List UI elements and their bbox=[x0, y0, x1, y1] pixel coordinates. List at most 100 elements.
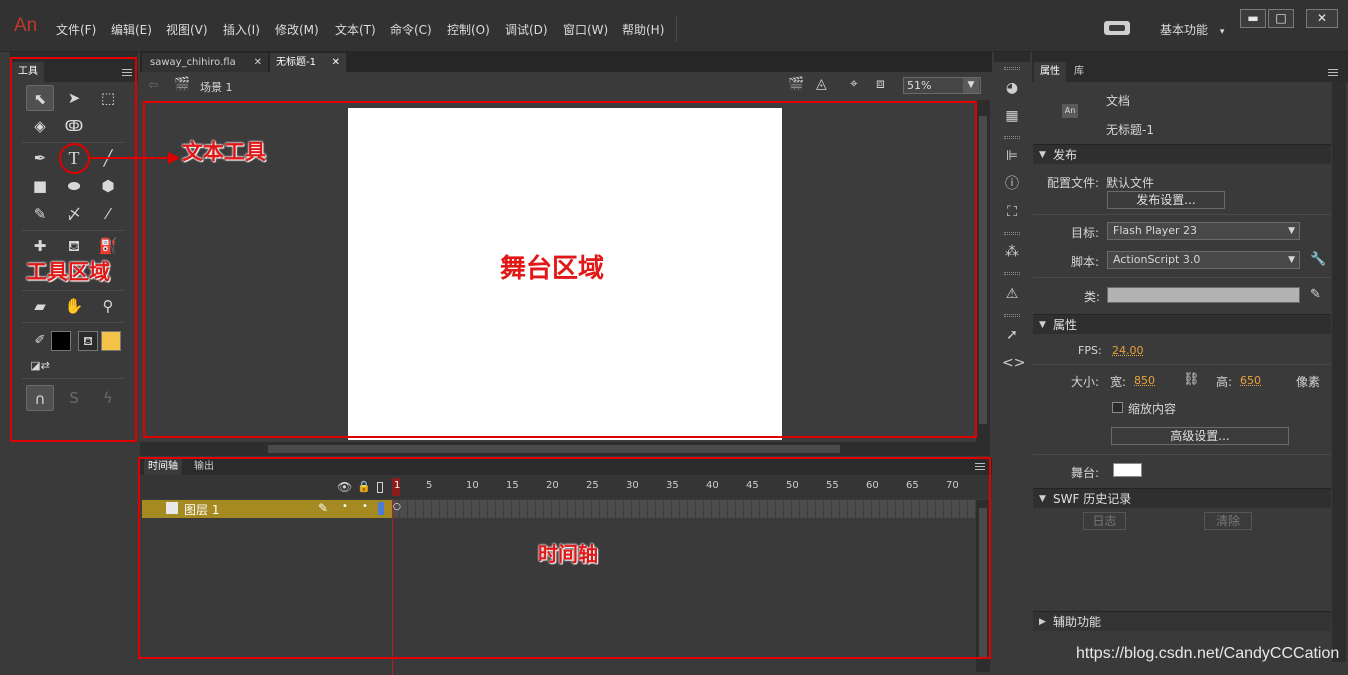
clear-button[interactable]: 清除 bbox=[1204, 512, 1252, 530]
scale-content-label: 缩放内容 bbox=[1128, 402, 1177, 416]
align-icon[interactable]: ⊫ bbox=[1002, 146, 1022, 166]
unit-label: 像素 bbox=[1296, 375, 1321, 389]
panel-menu-icon[interactable] bbox=[1328, 69, 1338, 76]
annotation-arrow-line bbox=[90, 157, 170, 159]
width-value[interactable]: 850 bbox=[1134, 374, 1155, 387]
watermark: https://blog.csdn.net/CandyCCCation bbox=[1076, 645, 1340, 662]
components-icon[interactable]: ⁂ bbox=[1002, 242, 1022, 262]
properties-section-header[interactable]: ▼ 属性 bbox=[1033, 314, 1331, 334]
menu-insert[interactable]: 插入(I) bbox=[223, 21, 260, 38]
scrollbar-thumb[interactable] bbox=[268, 445, 840, 453]
document-tab-saway[interactable]: saway_chihiro.fla ✕ bbox=[142, 53, 268, 72]
minimize-button[interactable]: ▬ bbox=[1240, 9, 1266, 28]
grip-dots bbox=[1004, 67, 1020, 70]
workspace-switcher[interactable]: 基本功能 ▾ bbox=[1160, 21, 1224, 38]
stage-label: 舞台: bbox=[1071, 466, 1100, 480]
close-icon[interactable]: ✕ bbox=[254, 53, 262, 72]
fps-value[interactable]: 24.00 bbox=[1112, 344, 1144, 357]
link-icon[interactable]: ⛓ bbox=[1183, 372, 1200, 387]
properties-tab[interactable]: 属性 bbox=[1034, 62, 1066, 82]
document-tab-untitled[interactable]: 无标题-1 ✕ bbox=[270, 53, 346, 72]
script-label: 脚本: bbox=[1071, 255, 1100, 269]
menu-text[interactable]: 文本(T) bbox=[335, 21, 376, 38]
close-icon[interactable]: ✕ bbox=[332, 53, 340, 72]
publish-settings-button[interactable]: 发布设置... bbox=[1107, 191, 1225, 209]
center-stage-icon[interactable]: ⌖ bbox=[850, 76, 858, 92]
scrollbar-thumb[interactable] bbox=[979, 116, 987, 424]
transform-icon[interactable]: ⛶ bbox=[1002, 202, 1022, 222]
library-tab[interactable]: 库 bbox=[1068, 62, 1090, 82]
sync-settings-icon[interactable] bbox=[1104, 21, 1130, 35]
publish-section-header[interactable]: ▼ 发布 bbox=[1033, 144, 1331, 164]
menu-separator bbox=[676, 16, 677, 42]
properties-scrollbar[interactable] bbox=[1332, 82, 1346, 662]
swf-history-section-header[interactable]: ▼ SWF 历史记录 bbox=[1033, 488, 1331, 508]
swatches-grid-icon[interactable]: ▦ bbox=[1002, 106, 1022, 126]
grip-dots bbox=[1004, 136, 1020, 139]
zoom-select[interactable]: 51% ▼ bbox=[903, 77, 981, 94]
stage-area-annotation: 舞台区域 bbox=[500, 254, 605, 284]
menu-commands[interactable]: 命令(C) bbox=[390, 21, 432, 38]
menu-edit[interactable]: 编辑(E) bbox=[111, 21, 152, 38]
menu-debug[interactable]: 调试(D) bbox=[505, 21, 548, 38]
code-snippets-icon[interactable]: <> bbox=[1002, 353, 1025, 373]
section-title: SWF 历史记录 bbox=[1053, 492, 1132, 506]
motion-presets-icon[interactable]: ➚ bbox=[1002, 325, 1022, 345]
timeline-annotation: 时间轴 bbox=[538, 542, 598, 566]
edit-scene-icon[interactable]: 🎬 bbox=[788, 77, 804, 92]
log-button[interactable]: 日志 bbox=[1083, 512, 1126, 530]
advanced-settings-button[interactable]: 高级设置... bbox=[1111, 427, 1289, 445]
doc-name-label: 无标题-1 bbox=[1106, 123, 1154, 137]
script-select[interactable]: ActionScript 3.0 ▼ bbox=[1107, 251, 1300, 269]
chevron-down-icon: ▼ bbox=[1288, 226, 1295, 236]
document-icon: An bbox=[1062, 104, 1078, 118]
wrench-icon[interactable]: 🔧 bbox=[1310, 252, 1326, 267]
info-icon[interactable]: ⓘ bbox=[1002, 174, 1022, 194]
divider bbox=[1033, 454, 1331, 455]
section-title: 属性 bbox=[1053, 318, 1078, 332]
grip-dots bbox=[1004, 314, 1020, 317]
width-label: 宽: bbox=[1110, 375, 1127, 389]
menu-control[interactable]: 控制(O) bbox=[447, 21, 490, 38]
tools-area-highlight bbox=[10, 57, 137, 442]
menu-view[interactable]: 视图(V) bbox=[166, 21, 208, 38]
class-input[interactable] bbox=[1107, 287, 1300, 303]
triangle-right-icon: ▶ bbox=[1039, 617, 1046, 627]
scene-label: 场景 1 bbox=[200, 81, 233, 94]
strip-grip[interactable] bbox=[994, 52, 1030, 62]
vertical-scrollbar[interactable] bbox=[976, 100, 990, 442]
properties-grip[interactable] bbox=[1032, 52, 1348, 62]
section-title: 发布 bbox=[1053, 148, 1078, 162]
stage-color-swatch[interactable] bbox=[1113, 463, 1142, 477]
script-value: ActionScript 3.0 bbox=[1113, 253, 1201, 266]
edit-symbols-icon[interactable]: ◬ bbox=[816, 76, 827, 92]
divider bbox=[1033, 364, 1331, 365]
panel-icon-strip: ◕ ▦ ⊫ ⓘ ⛶ ⁂ ⚠ ➚ <> bbox=[994, 52, 1030, 675]
target-value: Flash Player 23 bbox=[1113, 224, 1198, 237]
menu-window[interactable]: 窗口(W) bbox=[563, 21, 608, 38]
triangle-down-icon: ▼ bbox=[1039, 320, 1046, 330]
menu-help[interactable]: 帮助(H) bbox=[622, 21, 664, 38]
horizontal-scrollbar[interactable] bbox=[140, 442, 990, 456]
height-value[interactable]: 650 bbox=[1240, 374, 1261, 387]
chevron-down-icon[interactable]: ▼ bbox=[963, 78, 979, 93]
menu-modify[interactable]: 修改(M) bbox=[275, 21, 319, 38]
profile-label: 配置文件: bbox=[1047, 176, 1100, 190]
maximize-button[interactable]: □ bbox=[1268, 9, 1294, 28]
triangle-down-icon: ▼ bbox=[1039, 150, 1046, 160]
profile-value: 默认文件 bbox=[1106, 176, 1155, 190]
divider bbox=[1033, 277, 1331, 278]
accessibility-section-header[interactable]: ▶ 辅助功能 bbox=[1033, 611, 1331, 631]
warning-icon[interactable]: ⚠ bbox=[1002, 284, 1022, 304]
pencil-icon[interactable]: ✎ bbox=[1310, 287, 1321, 302]
target-select[interactable]: Flash Player 23 ▼ bbox=[1107, 222, 1300, 240]
color-palette-icon[interactable]: ◕ bbox=[1002, 78, 1022, 98]
triangle-down-icon: ▼ bbox=[1039, 494, 1046, 504]
clip-content-icon[interactable]: ⧈ bbox=[876, 76, 885, 92]
back-arrow-icon[interactable]: ⇦ bbox=[148, 78, 159, 93]
close-window-button[interactable]: ✕ bbox=[1306, 9, 1338, 28]
menu-file[interactable]: 文件(F) bbox=[56, 21, 96, 38]
scale-content-checkbox[interactable] bbox=[1112, 402, 1123, 413]
size-label: 大小: bbox=[1071, 375, 1100, 389]
grip-dots bbox=[1004, 232, 1020, 235]
